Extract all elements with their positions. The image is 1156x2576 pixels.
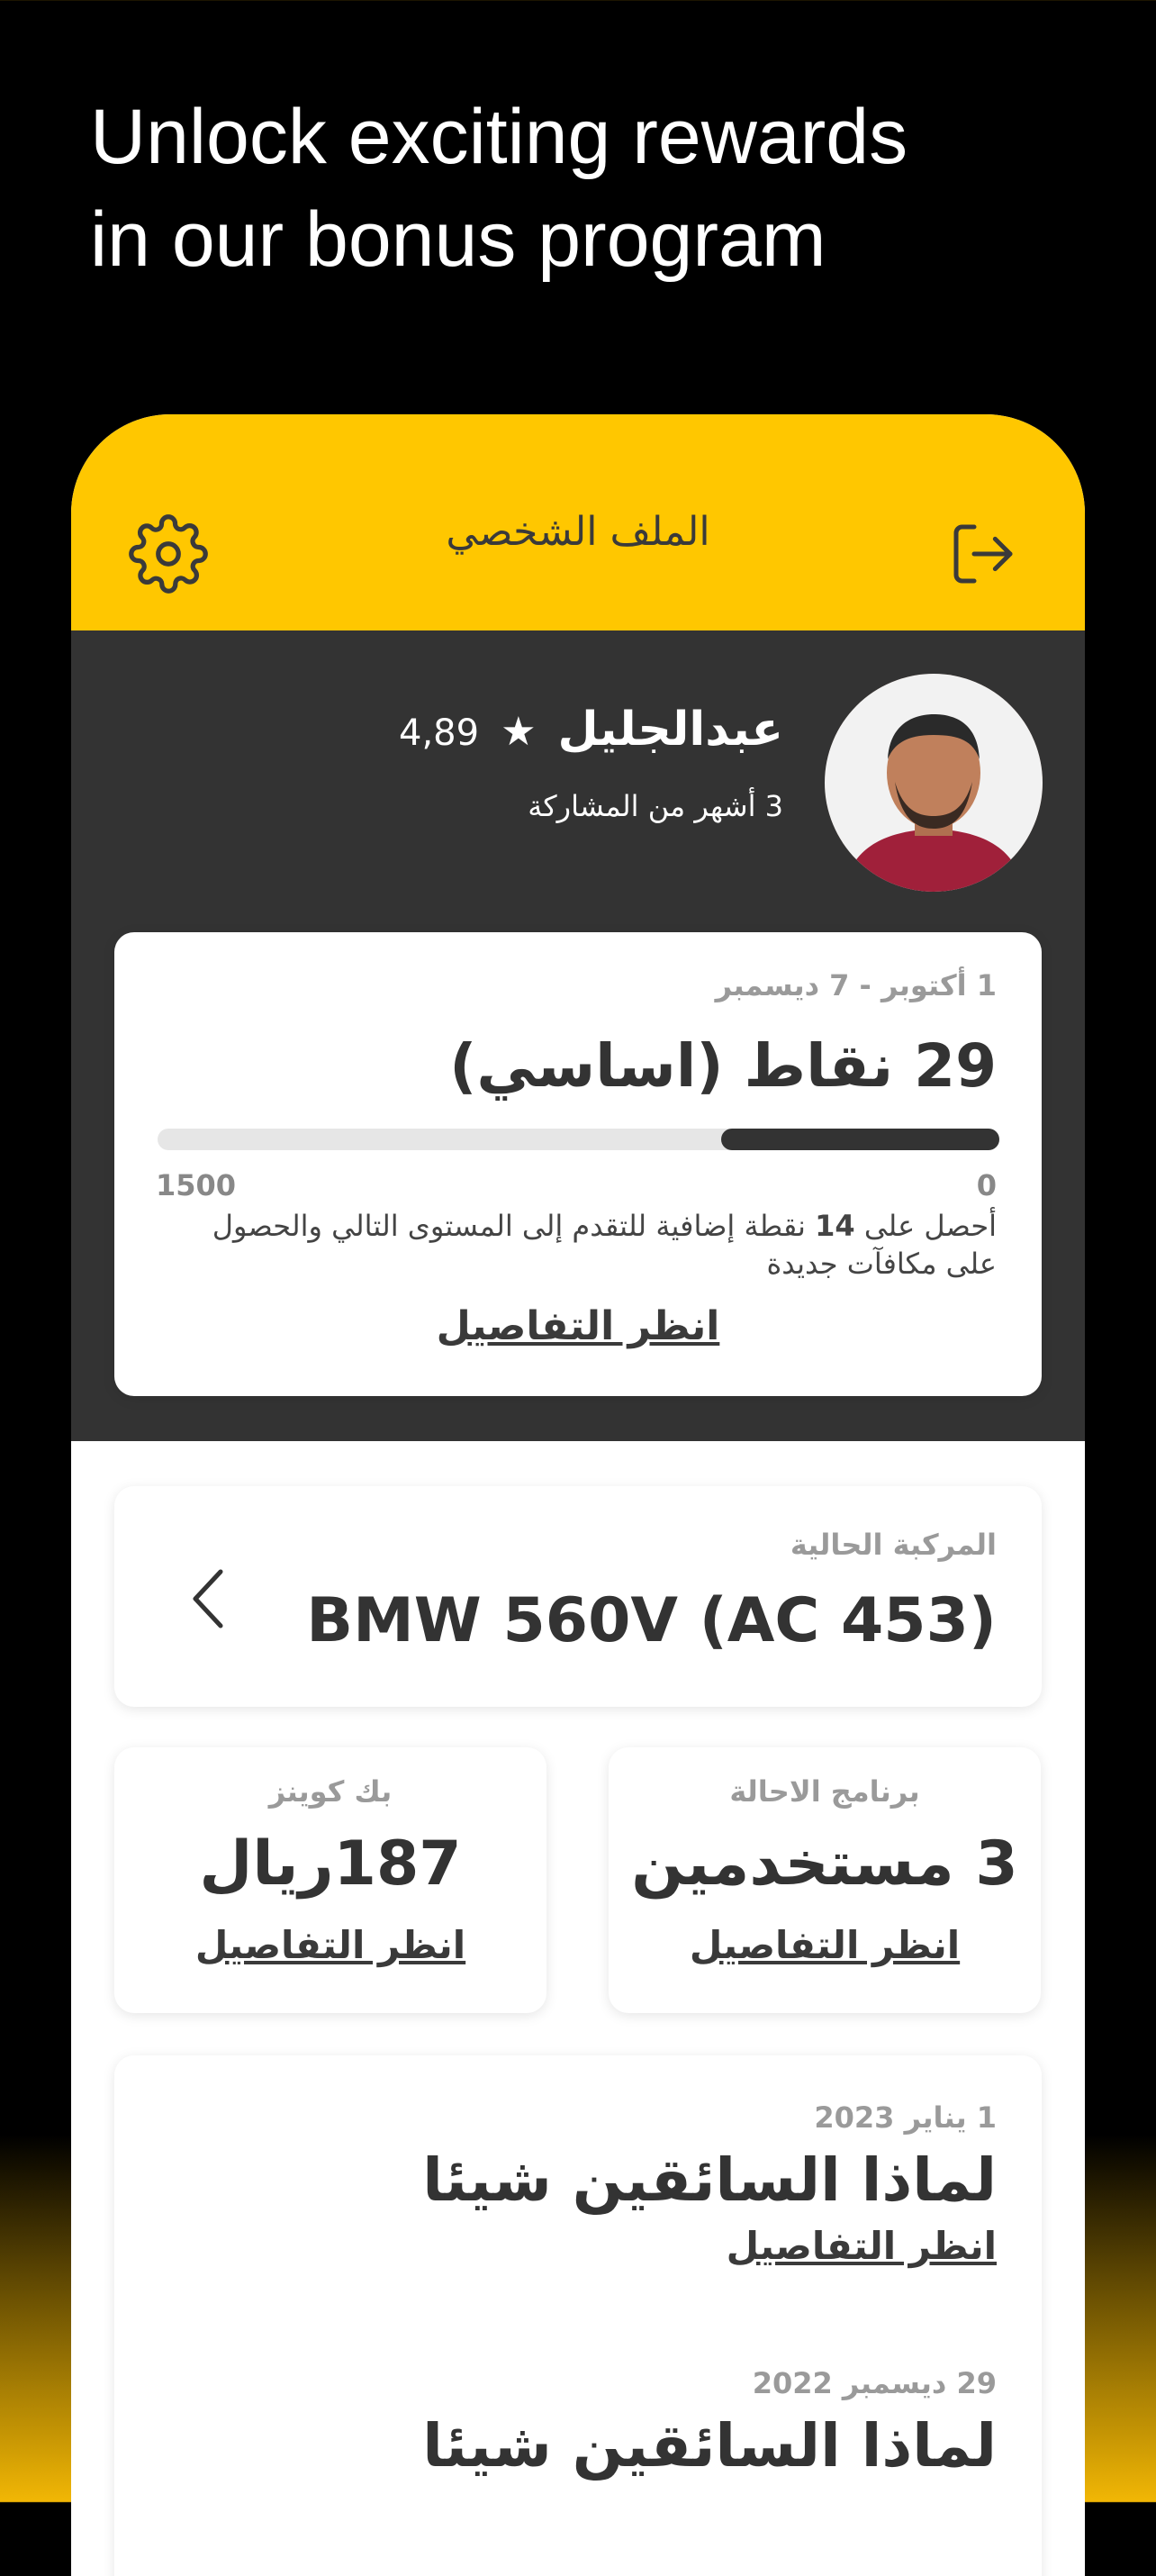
news-date: 1 يناير 2023 xyxy=(814,2100,997,2135)
page-title: الملف الشخصي xyxy=(446,509,710,555)
cashback-label: بك كوينز xyxy=(268,1774,393,1809)
news-card: 1 يناير 2023 لماذا السائقين شيئا انظر ال… xyxy=(114,2055,1042,2576)
progress-min-label: 0 xyxy=(976,1168,997,1202)
vehicle-label: المركبة الحالية xyxy=(790,1528,997,1562)
promo-line-2: in our bonus program xyxy=(90,196,826,283)
vehicle-card[interactable]: المركبة الحالية BMW 560V (AC 453) xyxy=(114,1486,1042,1707)
progress-max-label: 1500 xyxy=(156,1168,237,1202)
info-number: 14 xyxy=(815,1209,855,1243)
news-item: 1 يناير 2023 لماذا السائقين شيئا انظر ال… xyxy=(159,2100,997,2268)
app-screen: الملف الشخصي عبدالجليل ★ 4,89 3 أشهر من ال… xyxy=(71,414,1085,2576)
user-rating: 4,89 xyxy=(399,712,480,754)
cashback-details-link[interactable]: انظر التفاصيل xyxy=(114,1923,546,1967)
cashback-card: بك كوينز 187ريال انظر التفاصيل xyxy=(114,1747,546,2013)
news-date: 29 ديسمبر 2022 xyxy=(752,2366,997,2400)
avatar[interactable] xyxy=(825,674,1043,892)
news-details-link[interactable]: انظر التفاصيل xyxy=(727,2224,997,2268)
points-date-range: 1 أكتوبر - 7 ديسمبر xyxy=(715,968,997,1002)
referral-value: 3 مستخدمين xyxy=(631,1828,1018,1900)
promo-line-1: Unlock exciting rewards xyxy=(90,94,908,180)
user-name: عبدالجليل xyxy=(557,703,783,757)
points-progress-fill xyxy=(721,1129,999,1150)
referral-label: برنامج الاحالة xyxy=(729,1774,920,1809)
user-tenure: 3 أشهر من المشاركة xyxy=(528,789,783,823)
news-title: لماذا السائقين شيئا xyxy=(422,2145,997,2215)
referral-details-link[interactable]: انظر التفاصيل xyxy=(609,1923,1041,1967)
user-header: عبدالجليل ★ 4,89 xyxy=(399,703,783,757)
vehicle-name: BMW 560V (AC 453) xyxy=(306,1585,997,1656)
chevron-left-icon[interactable] xyxy=(186,1563,231,1635)
promo-headline: Unlock exciting rewards in our bonus pro… xyxy=(90,86,1080,291)
news-item: 29 ديسمبر 2022 لماذا السائقين شيئا xyxy=(159,2366,997,2481)
points-info-text: أحصل على 14 نقطة إضافية للتقدم إلى المست… xyxy=(159,1207,997,1283)
avatar-photo xyxy=(825,674,1043,892)
referral-card: برنامج الاحالة 3 مستخدمين انظر التفاصيل xyxy=(609,1747,1041,2013)
star-icon: ★ xyxy=(501,709,537,755)
news-title: لماذا السائقين شيئا xyxy=(422,2411,997,2481)
logout-icon[interactable] xyxy=(947,518,1019,590)
points-progress-bar xyxy=(158,1129,999,1150)
info-prefix: أحصل على xyxy=(863,1209,997,1243)
top-bar: الملف الشخصي xyxy=(71,414,1085,630)
points-details-link[interactable]: انظر التفاصيل xyxy=(437,1303,720,1349)
points-card: 1 أكتوبر - 7 ديسمبر 29 نقاط (اساسي) 0 15… xyxy=(114,932,1042,1396)
profile-panel: عبدالجليل ★ 4,89 3 أشهر من المشاركة 1 أكتو… xyxy=(71,630,1085,1441)
cashback-value: 187ريال xyxy=(199,1828,462,1900)
points-total: 29 نقاط (اساسي) xyxy=(449,1031,997,1101)
